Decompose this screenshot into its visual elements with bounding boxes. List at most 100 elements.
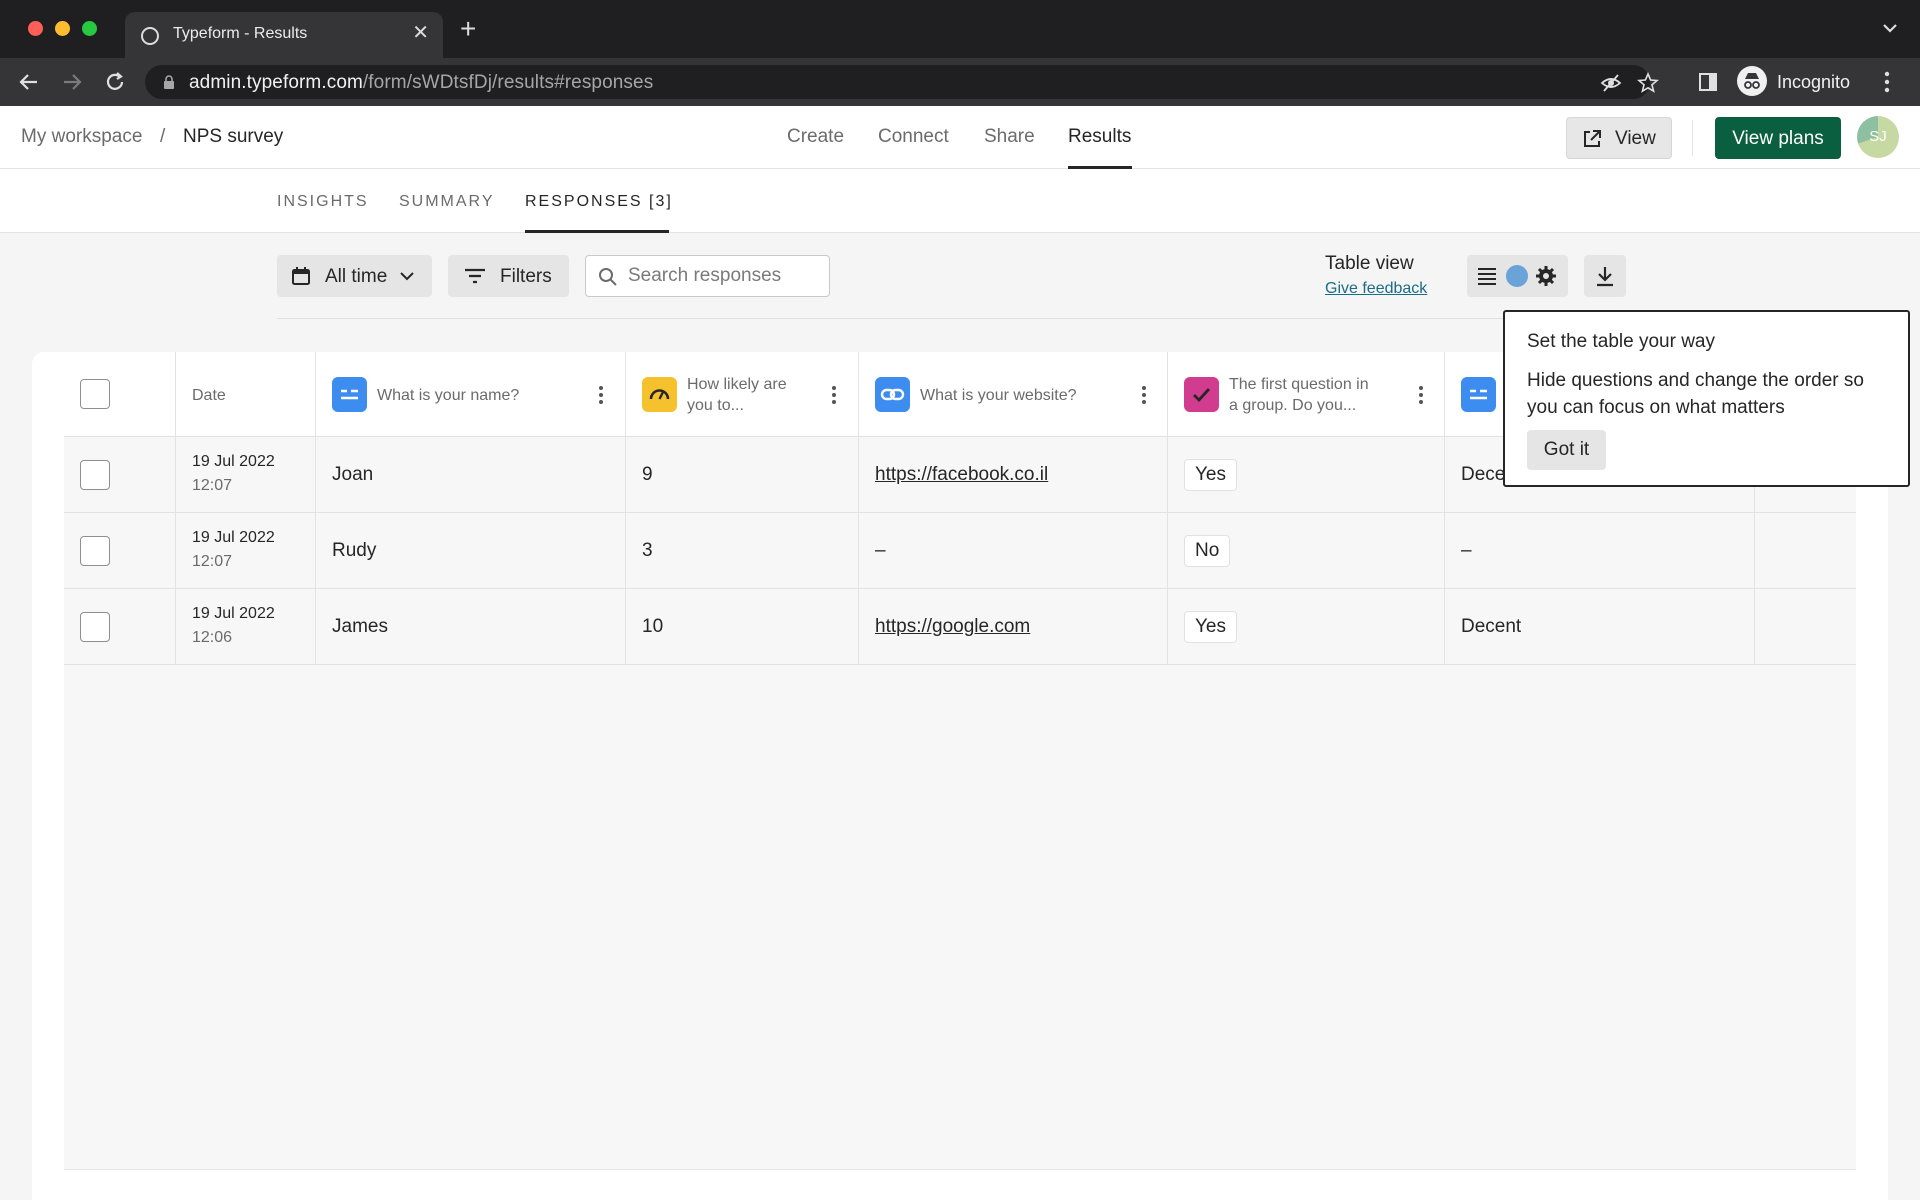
got-it-button[interactable]: Got it (1527, 430, 1606, 470)
column-date: Date (192, 387, 226, 404)
list-view-icon[interactable] (1477, 266, 1497, 286)
website-link[interactable]: https://google.com (875, 616, 1030, 637)
column-divider (858, 352, 859, 664)
filter-icon (465, 268, 485, 284)
external-link-icon (1584, 130, 1601, 147)
link-icon (875, 377, 910, 412)
row-checkbox[interactable] (80, 460, 110, 490)
typeform-favicon-icon (141, 27, 159, 45)
app-header: My workspace / NPS survey Create Connect… (0, 106, 1920, 169)
maximize-window-button[interactable] (82, 21, 97, 36)
subtab-active-indicator (525, 230, 669, 233)
url-text: admin.typeform.com/form/sWDtsfDj/results… (189, 72, 654, 93)
eye-off-icon[interactable] (1600, 72, 1622, 94)
forward-arrow-icon[interactable] (60, 70, 84, 94)
search-input[interactable] (628, 265, 818, 287)
download-button[interactable] (1584, 255, 1626, 297)
minimize-window-button[interactable] (55, 21, 70, 36)
nav-share[interactable]: Share (984, 126, 1035, 148)
row-checkbox[interactable] (80, 536, 110, 566)
row-checkbox[interactable] (80, 612, 110, 642)
header-divider (1692, 120, 1693, 156)
tooltip-title: Set the table your way (1527, 331, 1715, 352)
tab-responses[interactable]: RESPONSES [3] (525, 193, 673, 211)
column-divider (1167, 352, 1168, 664)
new-tab-button[interactable]: + (460, 15, 476, 43)
tab-insights[interactable]: INSIGHTS (277, 193, 369, 211)
column-divider (315, 352, 316, 664)
column-divider (1444, 352, 1445, 664)
select-all-checkbox[interactable] (80, 379, 110, 409)
search-icon (599, 268, 617, 286)
side-panel-icon[interactable] (1697, 71, 1719, 93)
column-menu-icon[interactable] (831, 385, 837, 405)
browser-tab[interactable]: Typeform - Results ✕ (125, 12, 443, 58)
column-menu-icon[interactable] (1141, 385, 1147, 405)
breadcrumb-form-name[interactable]: NPS survey (183, 126, 283, 148)
response-extra: – (1461, 540, 1472, 561)
response-website: https://google.com (875, 616, 1030, 638)
table-row[interactable]: 19 Jul 2022 12:07 Rudy 3 – No – (64, 513, 1856, 589)
incognito-profile[interactable]: Incognito (1737, 64, 1877, 100)
lock-icon (164, 75, 174, 89)
column-likelihood: How likely are you to... (687, 376, 787, 414)
reload-icon[interactable] (103, 70, 127, 94)
short-text-icon (1461, 377, 1496, 412)
response-extra: Decent (1461, 616, 1522, 637)
response-name: Joan (332, 464, 374, 485)
column-website: What is your website? (920, 387, 1077, 404)
browser-tab-bar: Typeform - Results ✕ + (0, 0, 1920, 58)
search-responses[interactable] (585, 255, 830, 297)
response-score: 9 (642, 464, 653, 485)
column-group-question: The first question in a group. Do you... (1229, 376, 1369, 414)
table-view-label: Table view (1325, 253, 1414, 274)
chevron-down-icon (400, 272, 414, 281)
back-arrow-icon[interactable] (17, 70, 41, 94)
incognito-icon (1737, 66, 1767, 96)
view-plans-button[interactable]: View plans (1715, 117, 1841, 159)
response-website: https://facebook.co.il (875, 464, 1048, 486)
table-row[interactable]: 19 Jul 2022 12:06 James 10 https://google… (64, 589, 1856, 665)
column-divider (625, 352, 626, 664)
incognito-label: Incognito (1777, 72, 1851, 92)
answer-chip: Yes (1184, 611, 1237, 643)
view-form-button[interactable]: View (1566, 117, 1672, 159)
answer-chip: Yes (1184, 459, 1237, 491)
response-date: 19 Jul 2022 12:06 (192, 605, 275, 646)
tab-search-chevron-icon[interactable] (1880, 18, 1900, 38)
address-bar[interactable]: admin.typeform.com/form/sWDtsfDj/results… (145, 65, 1659, 99)
give-feedback-link[interactable]: Give feedback (1325, 280, 1427, 298)
time-filter-dropdown[interactable]: All time (277, 255, 432, 297)
response-date: 19 Jul 2022 12:07 (192, 529, 275, 570)
breadcrumb-workspace[interactable]: My workspace (21, 126, 142, 148)
tab-summary[interactable]: SUMMARY (399, 193, 495, 211)
nav-connect[interactable]: Connect (878, 126, 949, 148)
bookmark-star-icon[interactable] (1637, 72, 1659, 94)
answer-chip: No (1184, 535, 1231, 567)
response-extra: Dece (1461, 464, 1506, 485)
tooltip-body: Hide questions and change the order so y… (1527, 370, 1864, 418)
close-window-button[interactable] (28, 21, 43, 36)
toolbar-divider (277, 318, 1628, 319)
column-menu-icon[interactable] (598, 385, 604, 405)
user-avatar[interactable]: SJ (1857, 116, 1899, 158)
breadcrumb-separator: / (160, 126, 166, 147)
nav-create[interactable]: Create (787, 126, 844, 148)
opinion-scale-icon (642, 377, 677, 412)
tab-close-icon[interactable]: ✕ (412, 22, 429, 44)
settings-gear-icon[interactable] (1535, 265, 1557, 287)
website-link[interactable]: https://facebook.co.il (875, 464, 1048, 485)
results-subtabs: INSIGHTS SUMMARY RESPONSES [3] (0, 169, 1920, 233)
browser-menu-icon[interactable] (1884, 70, 1890, 94)
table-settings-tooltip: Set the table your way Hide questions an… (1503, 310, 1910, 487)
calendar-icon (292, 267, 310, 285)
response-name: Rudy (332, 540, 377, 561)
cursor-highlight (1506, 265, 1528, 287)
short-text-icon (332, 377, 367, 412)
nav-results[interactable]: Results (1068, 126, 1131, 148)
download-icon (1597, 267, 1613, 287)
response-website: – (875, 540, 886, 561)
column-menu-icon[interactable] (1418, 385, 1424, 405)
response-name: James (332, 616, 388, 637)
filters-button[interactable]: Filters (448, 255, 569, 297)
